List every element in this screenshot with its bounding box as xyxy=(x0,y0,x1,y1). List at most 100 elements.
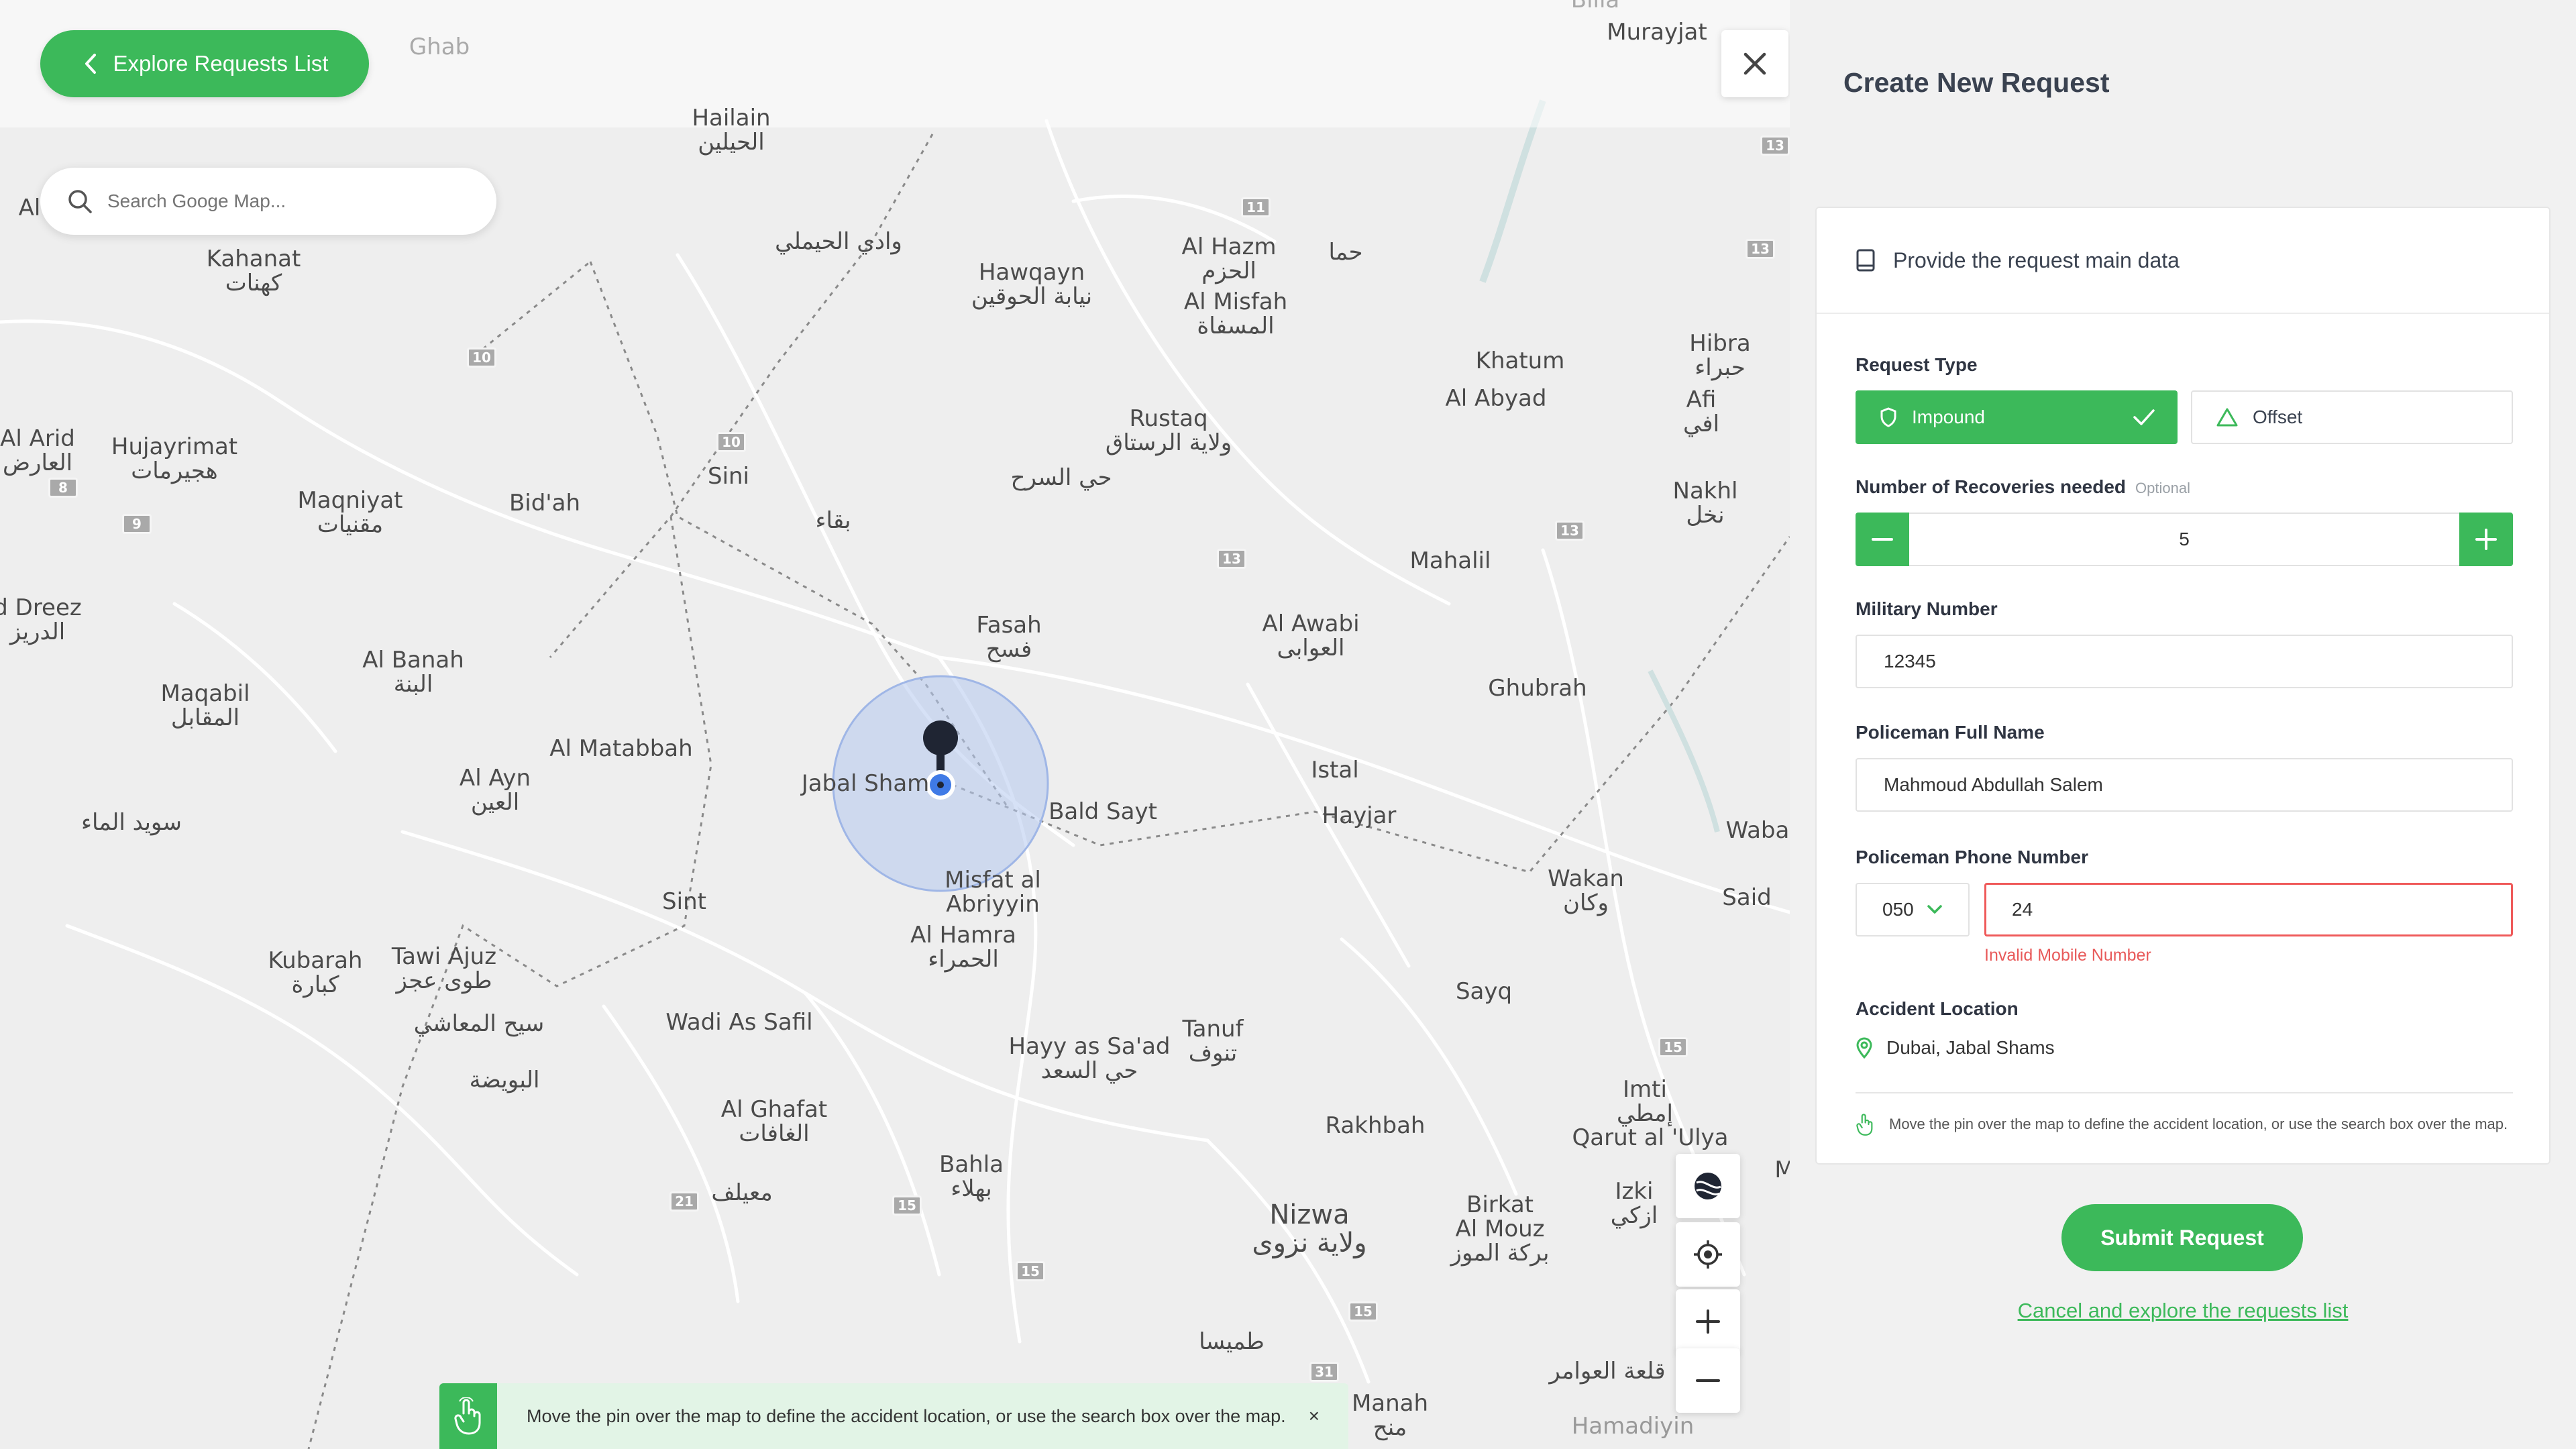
plus-icon xyxy=(1696,1309,1720,1334)
request-form-card: Provide the request main data Request Ty… xyxy=(1815,207,2551,1165)
minus-icon xyxy=(1696,1379,1720,1382)
map-label: Al xyxy=(18,195,41,221)
panel-header: Create New Request xyxy=(1790,0,2576,165)
road-shield: 10 xyxy=(467,347,496,368)
military-number-label: Military Number xyxy=(1856,598,1998,619)
section-title: Provide the request main data xyxy=(1893,248,2180,272)
phone-code-select[interactable]: 050 xyxy=(1856,883,1970,936)
road-shield: 15 xyxy=(1016,1261,1045,1281)
road-shield: 10 xyxy=(716,432,746,452)
page-title: Create New Request xyxy=(1843,67,2110,98)
map-label: Al Awabi العوابى xyxy=(1262,610,1360,661)
explore-requests-label: Explore Requests List xyxy=(113,51,329,76)
map-label: Mahalil xyxy=(1409,547,1491,574)
submit-request-button[interactable]: Submit Request xyxy=(2061,1204,2303,1271)
hint-close-button[interactable]: × xyxy=(1309,1405,1320,1427)
recoveries-label: Number of Recoveries needed Optional xyxy=(1856,476,2190,497)
policeman-name-label: Policeman Full Name xyxy=(1856,722,2045,743)
map-label: Hibra حبراء xyxy=(1689,330,1751,381)
road-shield: 31 xyxy=(1309,1362,1339,1382)
map-label: Misfat al Abriyyin xyxy=(945,867,1041,918)
map-label: Afi افي xyxy=(1682,386,1720,437)
type-impound-button[interactable]: Impound xyxy=(1856,390,2178,444)
map-label: بقاء xyxy=(815,507,851,534)
zoom-out-button[interactable] xyxy=(1676,1348,1740,1413)
map-label: Al Matabbah xyxy=(549,735,693,762)
map-label: طميسا xyxy=(1199,1328,1265,1355)
map-label: Hujayrimat هجيرمات xyxy=(111,433,238,484)
cancel-explore-link[interactable]: Cancel and explore the requests list xyxy=(1790,1299,2576,1323)
map-label: Jabal Sham xyxy=(801,770,930,797)
map-label: Kahanat كهنات xyxy=(206,246,301,297)
map-label: Istal xyxy=(1311,757,1359,784)
phone-code-value: 050 xyxy=(1882,899,1914,920)
recoveries-increment-button[interactable] xyxy=(2459,513,2513,566)
map-label: Qarut al 'Ulya xyxy=(1572,1124,1729,1151)
create-request-panel: Create New Request Provide the request m… xyxy=(1790,0,2576,1449)
map-label: Tanuf تنوف xyxy=(1182,1016,1244,1067)
type-impound-label: Impound xyxy=(1912,407,1985,427)
recoveries-value[interactable]: 5 xyxy=(1909,513,2459,566)
accident-location-text: Dubai, Jabal Shams xyxy=(1886,1037,2055,1058)
map-search-input[interactable] xyxy=(107,191,456,212)
map-label: Al Ayn العين xyxy=(459,765,531,816)
map-label: Manah منح xyxy=(1351,1390,1429,1441)
map-label: Sint xyxy=(662,888,706,915)
hint-icon-box xyxy=(439,1383,497,1449)
map-label: Sayq xyxy=(1455,978,1513,1005)
map-label: Al Hamra الحمراء xyxy=(910,922,1016,973)
map-label: معيلف xyxy=(711,1179,773,1206)
road-shield: 9 xyxy=(122,514,152,534)
map-label: Hailain الحيلين xyxy=(692,105,771,156)
policeman-name-input[interactable]: Mahmoud Abdullah Salem xyxy=(1856,758,2513,812)
map-label: Nakhl نخل xyxy=(1672,478,1738,529)
map-label: M xyxy=(1774,1157,1790,1183)
map-label: وادي الحيملي xyxy=(775,228,902,255)
accident-location-label: Accident Location xyxy=(1856,998,2019,1019)
zoom-in-button[interactable] xyxy=(1676,1289,1740,1354)
military-number-input[interactable]: 12345 xyxy=(1856,635,2513,688)
road-shield: 13 xyxy=(1217,549,1246,569)
road-shield: 11 xyxy=(1241,197,1271,217)
book-icon xyxy=(1856,249,1875,272)
map-label: Kubarah كبارة xyxy=(268,947,363,998)
type-offset-button[interactable]: Offset xyxy=(2191,390,2513,444)
map-label: Bald Sayt xyxy=(1049,798,1157,825)
map-label: Imti إمطي xyxy=(1617,1076,1673,1127)
map-label: Hayjar xyxy=(1322,802,1397,829)
map-label: سويد الماء xyxy=(81,809,182,836)
road-shield: 8 xyxy=(48,478,78,498)
map-label: Ghubrah xyxy=(1488,675,1587,702)
section-header: Provide the request main data xyxy=(1817,208,2549,314)
map-label: Al Abyad xyxy=(1445,385,1547,412)
phone-error-message: Invalid Mobile Number xyxy=(1984,946,2151,965)
map-hint-text: Move the pin over the map to define the … xyxy=(527,1405,1286,1426)
chevron-left-icon xyxy=(85,54,96,74)
road-shield: 15 xyxy=(1348,1301,1378,1322)
map-label: سيح المعاشي xyxy=(413,1010,545,1037)
map-label: Sini xyxy=(707,463,750,490)
map-type-button[interactable] xyxy=(1676,1154,1740,1218)
check-icon xyxy=(2133,409,2155,425)
globe-icon xyxy=(1695,1173,1721,1199)
map-search-box[interactable] xyxy=(40,168,496,235)
location-hint-text: Move the pin over the map to define the … xyxy=(1889,1116,2508,1132)
chevron-down-icon xyxy=(1927,905,1942,914)
locate-icon xyxy=(1694,1240,1722,1269)
road-shield: 21 xyxy=(669,1191,699,1212)
map-label: Al Banah البنة xyxy=(362,647,464,698)
map-label: Izki ازكي xyxy=(1610,1178,1658,1229)
map-label: Al Ghafat الغافات xyxy=(720,1096,828,1147)
explore-requests-button[interactable]: Explore Requests List xyxy=(40,30,369,97)
map-label: Hayy as Sa'ad حي السعد xyxy=(1008,1033,1171,1084)
hand-pointer-icon xyxy=(1856,1114,1873,1136)
recoveries-stepper: 5 xyxy=(1856,513,2513,566)
phone-number-input[interactable]: 24 xyxy=(1984,883,2513,936)
map-view[interactable]: Ghab Billa Murayjat Hailain الحيلين Al Ka… xyxy=(0,0,1790,1449)
map-label: Hamadiyin xyxy=(1571,1413,1695,1440)
plus-icon xyxy=(2475,529,2497,550)
my-location-button[interactable] xyxy=(1676,1222,1740,1287)
recoveries-decrement-button[interactable] xyxy=(1856,513,1909,566)
shield-icon xyxy=(1880,407,1896,427)
close-button[interactable] xyxy=(1721,30,1788,97)
